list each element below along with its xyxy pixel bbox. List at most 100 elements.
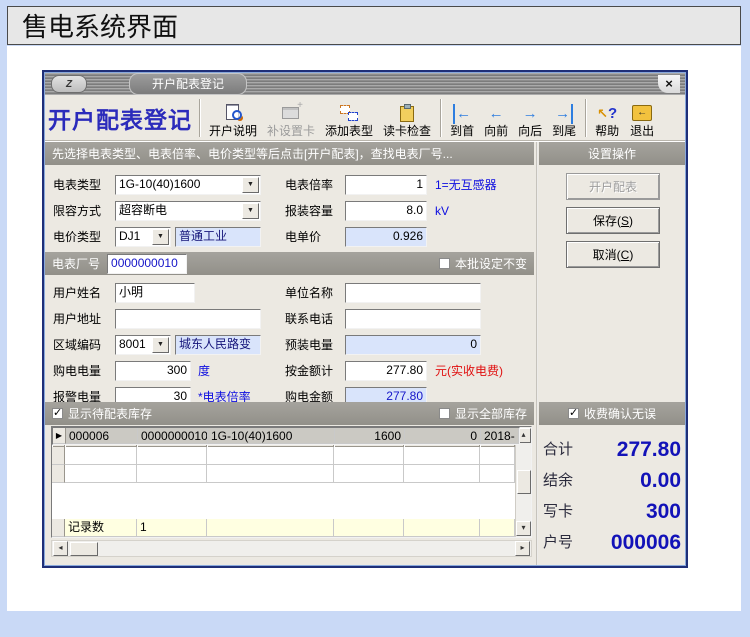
- checkbox-label: 本批设定不变: [455, 255, 527, 272]
- close-icon[interactable]: ×: [658, 75, 680, 93]
- area-code-label: 区域编码: [53, 335, 101, 356]
- panel-header: 设置操作: [539, 142, 685, 165]
- h-scrollbar[interactable]: ◂ ▸: [51, 540, 532, 557]
- button-label: 开户说明: [209, 124, 257, 139]
- by-amount-hint: 元(实收电费): [435, 361, 503, 382]
- add-meter-type-button[interactable]: 添加表型: [320, 97, 378, 139]
- balance-row: 结余 0.00: [543, 463, 681, 493]
- cancel-button[interactable]: 取消(C): [566, 241, 660, 268]
- first-record-button[interactable]: ← 到首: [445, 97, 479, 139]
- app-header: 售电系统界面: [7, 6, 741, 45]
- meter-table-body: 电表编号 电表厂号 电表类型 电表常数 电表起度 ▶ 000006 000000…: [52, 427, 515, 537]
- area-desc-field: 城东人民路变: [175, 335, 261, 355]
- chevron-down-icon[interactable]: ▼: [152, 337, 169, 353]
- scroll-left-icon[interactable]: ◂: [53, 541, 68, 556]
- scroll-right-icon[interactable]: ▸: [515, 541, 530, 556]
- unit-price-field: 0.926: [345, 227, 427, 247]
- factory-no-label: 电表厂号: [52, 255, 100, 272]
- hint-bar: 先选择电表类型、电表倍率、电价类型等后点击[开户配表]，查找电表厂号...: [45, 142, 534, 165]
- v-scroll-thumb[interactable]: [517, 470, 531, 494]
- user-name-label: 用户姓名: [53, 283, 101, 304]
- fee-confirm-checkbox[interactable]: 收费确认无误: [568, 405, 656, 422]
- checkbox-icon[interactable]: [439, 258, 450, 269]
- price-type-desc-field: 普通工业: [175, 227, 261, 247]
- button-label: 向前: [484, 124, 508, 139]
- save-button[interactable]: 保存(S): [566, 207, 660, 234]
- org-name-label: 单位名称: [285, 283, 333, 304]
- capacity-label: 报装容量: [285, 201, 333, 222]
- table-empty-row: [52, 465, 515, 483]
- card-icon: [278, 102, 304, 124]
- toolbar-divider: [199, 99, 200, 137]
- window-logo-icon: Z: [51, 75, 87, 93]
- toolbar: 开户配表登记 开户说明 补设置卡 添加表型: [45, 95, 685, 141]
- balance-value: 0.00: [640, 469, 681, 493]
- titlebar[interactable]: Z 开户配表登记 ×: [45, 73, 685, 95]
- chevron-down-icon[interactable]: ▼: [242, 203, 259, 219]
- button-label: 读卡检查: [383, 124, 431, 139]
- checkbox-label: 收费确认无误: [584, 405, 656, 422]
- scroll-down-icon[interactable]: ▾: [516, 521, 531, 536]
- phone-label: 联系电话: [285, 309, 333, 330]
- meter-type-select[interactable]: 1G-10(40)1600 ▼: [115, 175, 261, 195]
- checkbox-label: 显示全部库存: [455, 405, 527, 422]
- phone-input[interactable]: [345, 309, 481, 329]
- chevron-down-icon[interactable]: ▼: [242, 177, 259, 193]
- factory-no-input[interactable]: 0000000010: [107, 254, 187, 274]
- purchase-qty-input[interactable]: 300: [115, 361, 191, 381]
- show-pending-checkbox[interactable]: 显示待配表库存: [52, 405, 152, 422]
- price-type-label: 电价类型: [53, 227, 101, 248]
- button-label: 补设置卡: [267, 124, 315, 139]
- table-row[interactable]: ▶ 000006 0000000010 1G-10(40)1600 1600 0…: [52, 427, 520, 445]
- capacity-unit: kV: [435, 201, 449, 222]
- capacity-input[interactable]: 8.0: [345, 201, 427, 221]
- stock-bar: 显示待配表库存 显示全部库存: [45, 402, 534, 425]
- page: 售电系统界面 Z 开户配表登记 × 开户配表登记 开户说明: [0, 0, 750, 637]
- cell-constant: 1600: [335, 428, 405, 444]
- button-label: 添加表型: [325, 124, 373, 139]
- button-label: 帮助: [595, 124, 619, 139]
- price-type-select[interactable]: DJ1 ▼: [115, 227, 171, 247]
- content-sheet: Z 开户配表登记 × 开户配表登记 开户说明 补设置卡: [7, 46, 741, 611]
- by-amount-input[interactable]: 277.80: [345, 361, 427, 381]
- show-all-checkbox[interactable]: 显示全部库存: [439, 405, 527, 422]
- exit-button[interactable]: ← 退出: [624, 97, 660, 139]
- org-name-input[interactable]: [345, 283, 481, 303]
- client-area: 开户配表登记 开户说明 补设置卡 添加表型: [45, 95, 685, 565]
- preset-qty-field: 0: [345, 335, 481, 355]
- next-record-button[interactable]: → 向后: [513, 97, 547, 139]
- user-name-input[interactable]: 小明: [115, 283, 195, 303]
- address-input[interactable]: [115, 309, 261, 329]
- last-record-button[interactable]: → 到尾: [547, 97, 581, 139]
- batch-unchanged-checkbox[interactable]: 本批设定不变: [439, 255, 527, 272]
- write-card-row: 写卡 300: [543, 494, 681, 524]
- cell-start-reading: 0: [405, 428, 481, 444]
- reissue-card-button[interactable]: 补设置卡: [262, 97, 320, 139]
- checkbox-icon[interactable]: [439, 408, 450, 419]
- last-record-icon: →: [555, 104, 573, 124]
- help-button[interactable]: ↖? 帮助: [590, 97, 624, 139]
- prev-record-icon: ←: [489, 104, 504, 124]
- area-code-select[interactable]: 8001 ▼: [115, 335, 171, 355]
- checkbox-checked-icon[interactable]: [568, 408, 579, 419]
- ratio-hint: 1=无互感器: [435, 175, 497, 196]
- hint-text: 先选择电表类型、电表倍率、电价类型等后点击[开户配表]，查找电表厂号...: [52, 145, 453, 162]
- table-empty-row: [52, 447, 515, 465]
- panel-divider: [536, 142, 538, 565]
- meter-table: 电表编号 电表厂号 电表类型 电表常数 电表起度 ▶ 000006 000000…: [51, 426, 532, 538]
- read-card-check-button[interactable]: 读卡检查: [378, 97, 436, 139]
- checkbox-checked-icon[interactable]: [52, 408, 63, 419]
- h-scroll-thumb[interactable]: [70, 542, 98, 556]
- meter-ratio-input[interactable]: 1: [345, 175, 427, 195]
- clipboard-icon: [394, 102, 420, 124]
- account-instructions-button[interactable]: 开户说明: [204, 97, 262, 139]
- table-footer-row: 记录数 1: [52, 519, 515, 537]
- open-assign-button[interactable]: 开户配表: [566, 173, 660, 200]
- prev-record-button[interactable]: ← 向前: [479, 97, 513, 139]
- limit-mode-select[interactable]: 超容断电 ▼: [115, 201, 261, 221]
- chevron-down-icon[interactable]: ▼: [152, 229, 169, 245]
- exit-icon: ←: [632, 105, 652, 121]
- purchase-qty-unit: 度: [198, 361, 210, 382]
- meter-type-label: 电表类型: [53, 175, 101, 196]
- account-no-value: 000006: [611, 531, 681, 555]
